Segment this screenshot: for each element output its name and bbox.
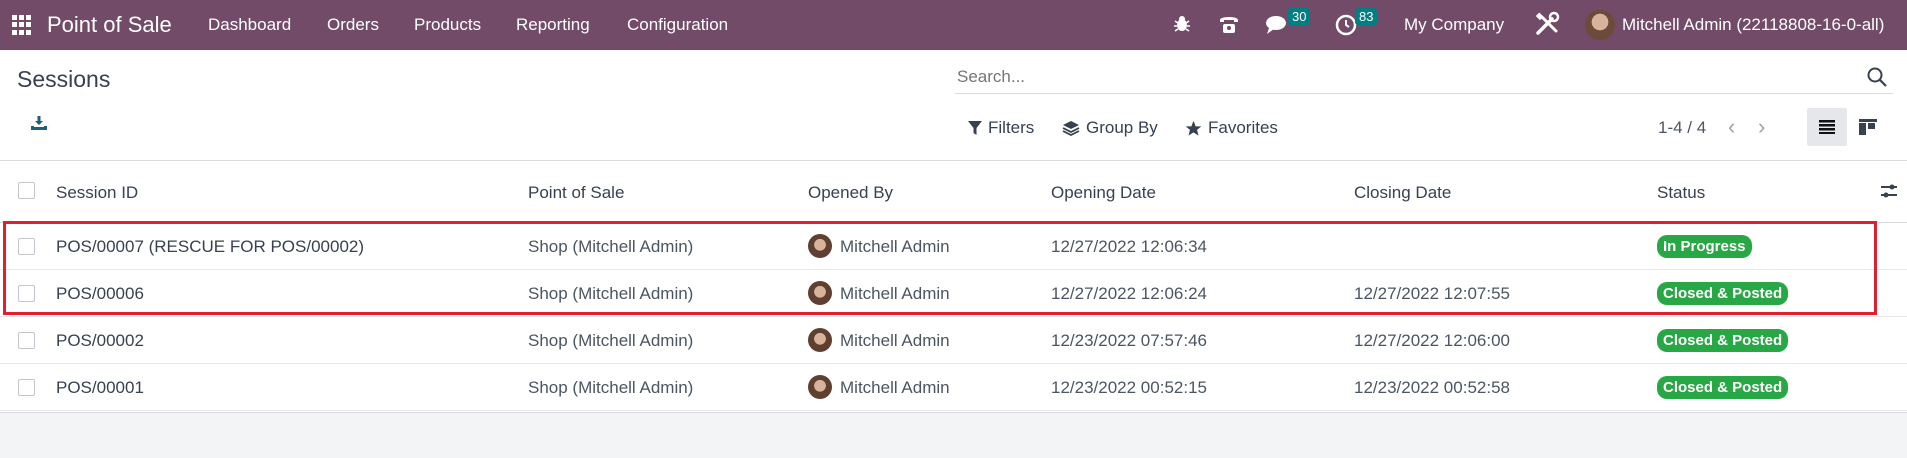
select-all-checkbox[interactable] [18, 182, 35, 199]
user-menu[interactable]: Mitchell Admin (22118808-16-0-all) [1622, 15, 1884, 35]
status-badge: Closed & Posted [1657, 376, 1789, 399]
app-brand[interactable]: Point of Sale [47, 12, 172, 38]
user-avatar[interactable] [1585, 10, 1615, 40]
favorites-label: Favorites [1208, 118, 1278, 137]
activities-badge: 83 [1355, 8, 1378, 25]
page-title: Sessions [17, 66, 111, 92]
list-view-icon [1819, 120, 1835, 134]
column-header-status[interactable]: Status [1657, 183, 1705, 203]
column-header-opening-date[interactable]: Opening Date [1051, 183, 1156, 203]
column-header-closing-date[interactable]: Closing Date [1354, 183, 1451, 203]
search-icon[interactable] [1866, 66, 1888, 88]
company-switcher[interactable]: My Company [1404, 15, 1504, 35]
pager-previous-icon[interactable]: ‹ [1728, 114, 1735, 140]
pager-value[interactable]: 1-4 / 4 [1658, 118, 1706, 138]
kanban-view-button[interactable] [1847, 108, 1887, 146]
list-view-button[interactable] [1807, 108, 1847, 146]
layers-icon [1062, 121, 1080, 137]
opened-by-avatar [808, 375, 832, 399]
filter-icon [968, 121, 982, 135]
column-header-opened-by[interactable]: Opened By [808, 183, 893, 203]
menu-dashboard[interactable]: Dashboard [208, 15, 291, 35]
row-checkbox[interactable] [18, 379, 35, 396]
table-row[interactable]: POS/00001 Shop (Mitchell Admin) Mitchell… [0, 364, 1907, 411]
highlight-box [3, 221, 1877, 315]
search-input[interactable] [957, 64, 1857, 90]
group-by-label: Group By [1086, 118, 1158, 137]
pager-next-icon[interactable]: › [1758, 114, 1765, 140]
filters-label: Filters [988, 118, 1035, 137]
phone-icon[interactable] [1217, 12, 1241, 36]
filters-button[interactable]: Filters [968, 118, 1034, 138]
menu-configuration[interactable]: Configuration [627, 15, 728, 35]
opened-by-avatar [808, 328, 832, 352]
menu-reporting[interactable]: Reporting [516, 15, 590, 35]
menu-products[interactable]: Products [414, 15, 481, 35]
opening-date-cell: 12/23/2022 07:57:46 [1051, 331, 1207, 350]
point-of-sale-cell: Shop (Mitchell Admin) [528, 378, 694, 397]
menu-orders[interactable]: Orders [327, 15, 379, 35]
opening-date-cell: 12/23/2022 00:52:15 [1051, 378, 1207, 397]
page-footer-area [0, 412, 1907, 458]
column-header-point-of-sale[interactable]: Point of Sale [528, 183, 624, 203]
messages-badge: 30 [1288, 8, 1311, 25]
session-id-cell: POS/00001 [56, 378, 144, 397]
download-icon[interactable] [30, 114, 48, 132]
kanban-view-icon [1859, 119, 1877, 135]
search-bar [955, 62, 1893, 94]
tools-icon[interactable] [1534, 11, 1560, 37]
table-header-row: Session ID Point of Sale Opened By Openi… [0, 160, 1907, 223]
status-badge: Closed & Posted [1657, 329, 1789, 352]
top-navbar: Point of Sale Dashboard Orders Products … [0, 0, 1907, 50]
row-checkbox[interactable] [18, 332, 35, 349]
column-settings-icon[interactable] [1880, 182, 1898, 200]
star-icon [1185, 120, 1202, 136]
bug-icon[interactable] [1172, 14, 1192, 34]
opened-by-cell: Mitchell Admin [840, 378, 950, 397]
group-by-button[interactable]: Group By [1062, 118, 1158, 138]
closing-date-cell: 12/27/2022 12:06:00 [1354, 331, 1510, 350]
table-row[interactable]: POS/00002 Shop (Mitchell Admin) Mitchell… [0, 317, 1907, 364]
closing-date-cell: 12/23/2022 00:52:58 [1354, 378, 1510, 397]
apps-menu-icon[interactable] [12, 15, 32, 35]
point-of-sale-cell: Shop (Mitchell Admin) [528, 331, 694, 350]
column-header-session-id[interactable]: Session ID [56, 183, 138, 203]
opened-by-cell: Mitchell Admin [840, 331, 950, 350]
session-id-cell: POS/00002 [56, 331, 144, 350]
favorites-button[interactable]: Favorites [1185, 118, 1278, 138]
